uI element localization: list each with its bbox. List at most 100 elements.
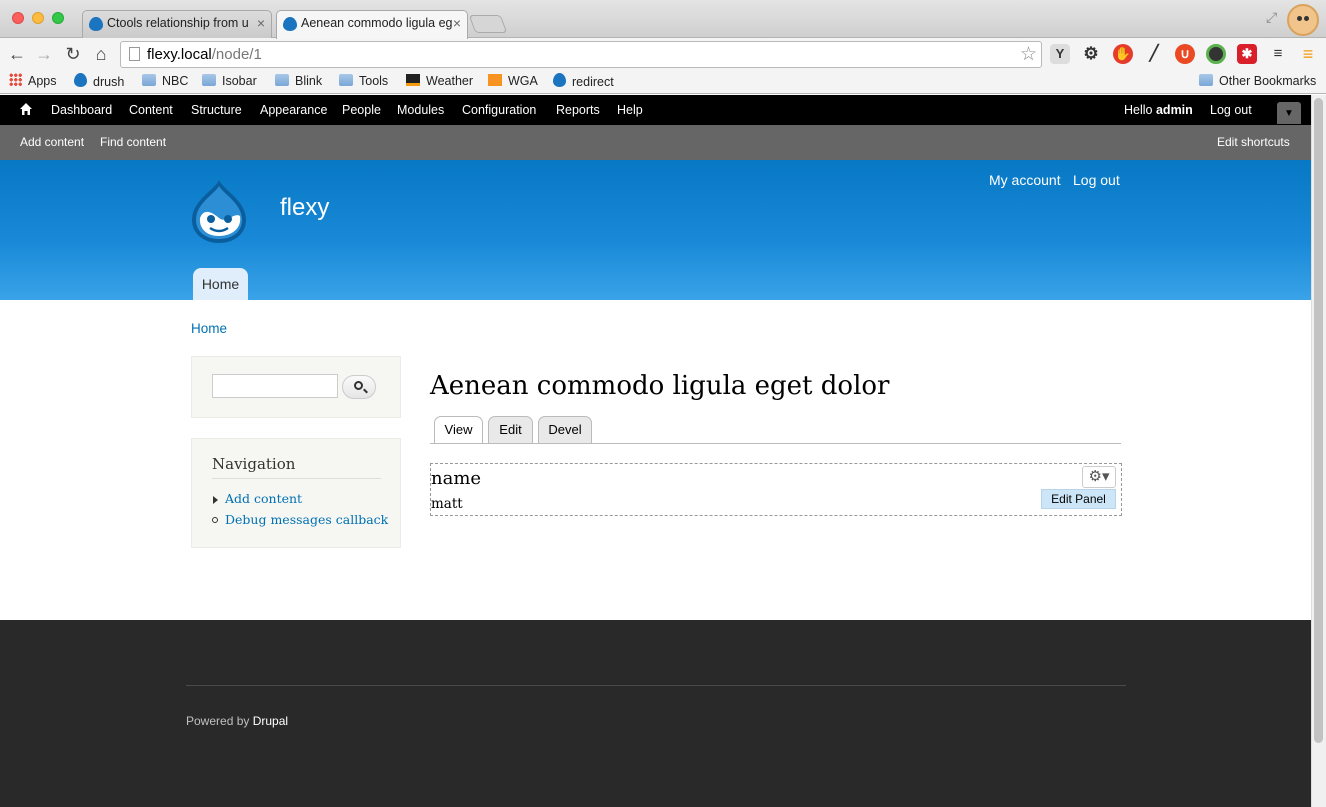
drupal-icon (74, 73, 87, 87)
bookmark-nbc[interactable]: NBC (142, 73, 188, 90)
field-label: name (431, 468, 482, 489)
admin-menu-dashboard[interactable]: Dashboard (51, 103, 112, 117)
admin-menu-people[interactable]: People (342, 103, 381, 117)
folder-icon (1199, 74, 1213, 86)
folder-icon (142, 74, 156, 86)
admin-menu-help[interactable]: Help (617, 103, 643, 117)
folder-icon (202, 74, 216, 86)
extension-y-icon[interactable]: Y (1050, 44, 1070, 64)
home-icon[interactable] (19, 102, 33, 116)
main-menu-home[interactable]: Home (193, 268, 248, 300)
search-block (191, 356, 401, 418)
tabs-underline (430, 443, 1121, 444)
tab-close-icon[interactable]: × (257, 15, 265, 31)
my-account-link[interactable]: My account (989, 172, 1061, 188)
leaf-bullet-icon (212, 517, 218, 523)
navigation-block: Navigation Add content Debug messages ca… (191, 438, 401, 548)
url-text[interactable]: flexy.local/node/1 (147, 46, 262, 63)
admin-menu-appearance[interactable]: Appearance (260, 103, 327, 117)
search-input[interactable] (212, 374, 338, 398)
bookmarks-bar: Apps drush NBC Isobar Blink Tools Weathe… (0, 70, 1326, 94)
admin-toolbar: Dashboard Content Structure Appearance P… (0, 95, 1311, 125)
bookmark-tools[interactable]: Tools (339, 73, 388, 90)
drupal-icon (553, 73, 566, 87)
drupal-logo[interactable] (190, 178, 248, 244)
page-title: Aenean commodo ligula eget dolor (430, 371, 890, 401)
admin-menu-structure[interactable]: Structure (191, 103, 242, 117)
browser-menu-icon[interactable]: ≡ (1298, 44, 1318, 64)
tab-edit[interactable]: Edit (488, 416, 533, 443)
navigation-divider (212, 478, 381, 479)
navigation-title: Navigation (212, 455, 296, 473)
admin-menu-modules[interactable]: Modules (397, 103, 444, 117)
gear-icon: ⚙▾ (1088, 468, 1110, 485)
home-icon[interactable]: ⌂ (90, 44, 112, 64)
bookmark-wga[interactable]: WGA (488, 73, 538, 90)
bookmark-star-icon[interactable]: ☆ (1020, 43, 1037, 66)
header-logout-link[interactable]: Log out (1073, 172, 1120, 188)
extension-hand-icon[interactable]: ✋ (1113, 44, 1133, 64)
extension-star-icon[interactable]: ✱ (1237, 44, 1257, 64)
folder-icon (275, 74, 289, 86)
extension-stumbleupon-icon[interactable]: ∪ (1175, 44, 1195, 64)
contextual-gear-button[interactable]: ⚙▾ (1082, 466, 1116, 488)
nav-item-add-content[interactable]: Add content (225, 491, 302, 506)
admin-username[interactable]: admin (1156, 103, 1193, 117)
folder-icon (339, 74, 353, 86)
tab-devel[interactable]: Devel (538, 416, 592, 443)
bookmark-drush[interactable]: drush (74, 73, 124, 91)
shortcut-add-content[interactable]: Add content (20, 135, 84, 149)
new-tab-button[interactable] (468, 15, 508, 33)
collapsed-arrow-icon (213, 496, 218, 504)
edit-shortcuts-link[interactable]: Edit shortcuts (1217, 135, 1290, 149)
edit-panel-menu-item[interactable]: Edit Panel (1041, 489, 1116, 509)
nav-item-debug-messages[interactable]: Debug messages callback (225, 512, 388, 527)
extension-tree-icon[interactable]: ≡ (1268, 44, 1288, 64)
back-icon[interactable]: ← (6, 44, 28, 64)
bookmark-apps[interactable]: Apps (9, 73, 57, 90)
tab-view[interactable]: View (434, 416, 483, 444)
search-button[interactable] (342, 375, 376, 399)
drupal-favicon-icon (283, 17, 297, 31)
drupal-link[interactable]: Drupal (253, 714, 288, 728)
window-minimize-button[interactable] (32, 12, 44, 24)
browser-tab-node[interactable]: Aenean commodo ligula eg × (276, 10, 468, 39)
fullscreen-icon[interactable]: ⤢ (1266, 9, 1277, 26)
admin-menu-configuration[interactable]: Configuration (462, 103, 536, 117)
powered-by-text: Powered by Drupal (186, 714, 289, 728)
extension-eyedropper-icon[interactable]: ╱ (1144, 44, 1164, 64)
bookmark-blink[interactable]: Blink (275, 73, 322, 90)
wga-icon (488, 74, 502, 86)
shortcut-find-content[interactable]: Find content (100, 135, 166, 149)
window-close-button[interactable] (12, 12, 24, 24)
search-icon (354, 381, 363, 390)
bookmark-other[interactable]: Other Bookmarks (1199, 73, 1316, 90)
tab-close-icon[interactable]: × (453, 15, 461, 31)
address-bar[interactable]: flexy.local/node/1 ☆ (120, 41, 1042, 68)
extension-chrome-icon[interactable] (1206, 44, 1226, 64)
scrollbar-thumb[interactable] (1314, 98, 1323, 743)
extension-gear-icon[interactable]: ⚙ (1081, 44, 1101, 64)
window-zoom-button[interactable] (52, 12, 64, 24)
reload-icon[interactable]: ↻ (62, 44, 84, 64)
admin-greeting: Hello admin (1124, 103, 1193, 117)
bookmark-isobar[interactable]: Isobar (202, 73, 257, 90)
admin-menu-content[interactable]: Content (129, 103, 173, 117)
browser-tab-ctools[interactable]: Ctools relationship from u × (82, 10, 272, 38)
footer-divider (186, 685, 1126, 686)
browser-tabstrip: Ctools relationship from u × Aenean comm… (0, 0, 1326, 39)
shortcuts-bar: Add content Find content Edit shortcuts (0, 125, 1311, 160)
site-name[interactable]: flexy (280, 194, 329, 222)
breadcrumb[interactable]: Home (191, 321, 227, 336)
admin-logout-link[interactable]: Log out (1210, 103, 1252, 117)
bookmark-redirect[interactable]: redirect (553, 73, 614, 91)
panel-pane: name matt ⚙▾ Edit Panel (430, 463, 1122, 516)
apps-icon (9, 73, 22, 86)
page-icon (129, 47, 140, 61)
bookmark-weather[interactable]: Weather (406, 73, 473, 90)
admin-menu-reports[interactable]: Reports (556, 103, 600, 117)
shortcuts-drawer-toggle[interactable]: ▼ (1277, 102, 1301, 124)
forward-icon[interactable]: → (33, 44, 55, 64)
tab-title: Ctools relationship from u (107, 16, 249, 30)
profile-avatar[interactable] (1287, 4, 1319, 36)
